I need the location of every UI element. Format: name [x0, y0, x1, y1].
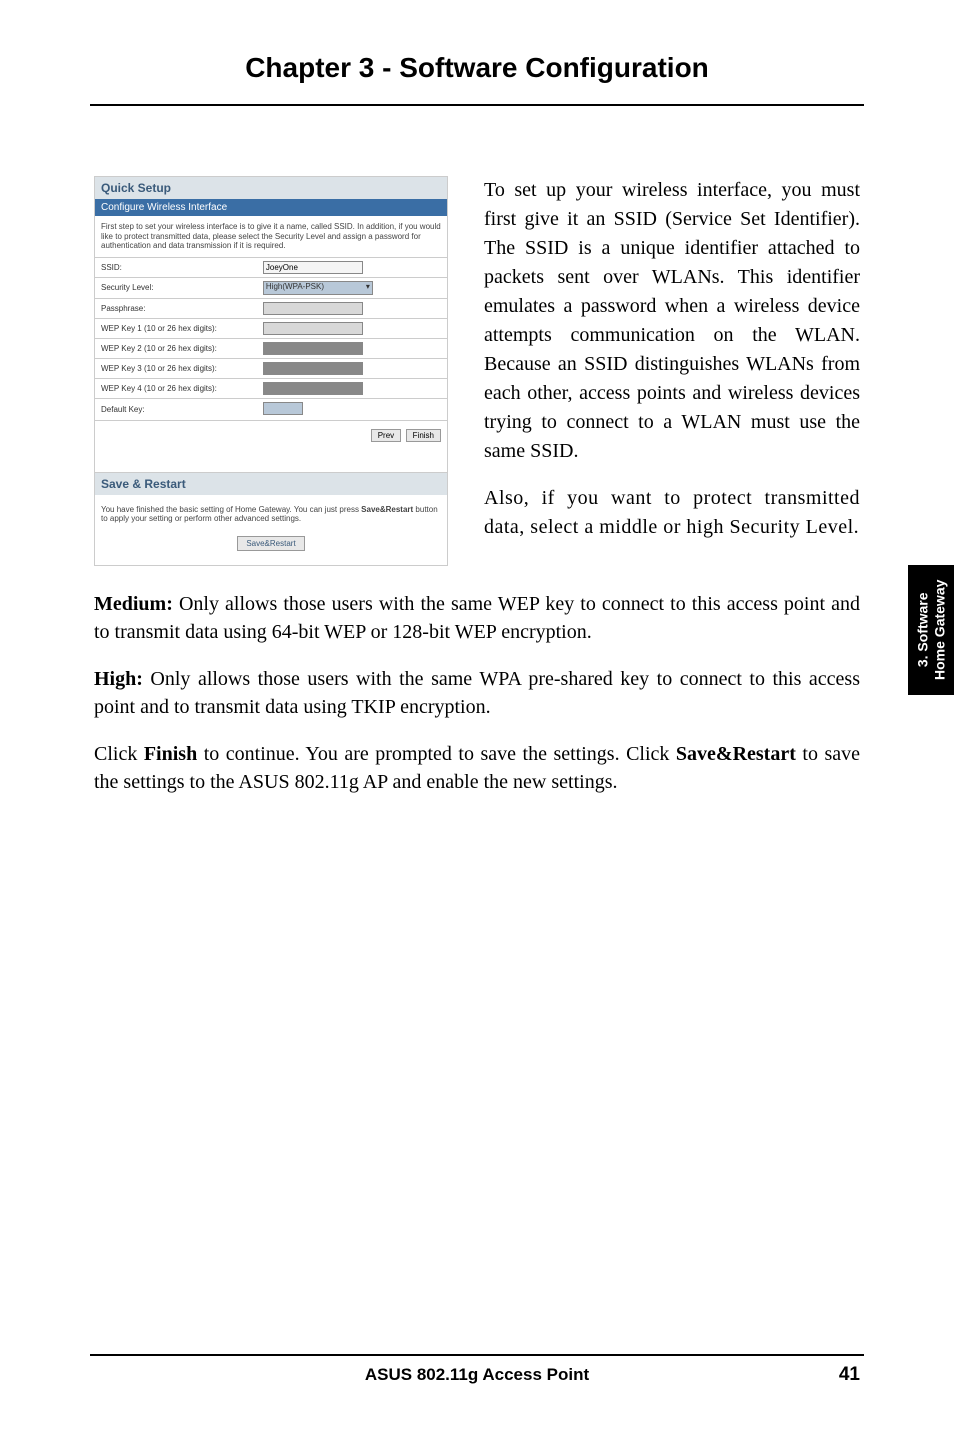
wizard-buttons: Prev Finish — [95, 420, 447, 450]
paragraph-finish: Click Finish to continue. You are prompt… — [94, 740, 860, 797]
footer-rule — [90, 1354, 864, 1356]
high-text: Only allows those users with the same WP… — [94, 668, 860, 718]
wep-key-1-input[interactable] — [263, 322, 363, 335]
table-row: Passphrase: — [95, 298, 447, 318]
prev-button[interactable]: Prev — [371, 429, 401, 442]
table-row: WEP Key 1 (10 or 26 hex digits): — [95, 318, 447, 338]
chapter-title: Chapter 3 - Software Configuration — [0, 52, 954, 84]
configure-wireless-heading: Configure Wireless Interface — [95, 199, 447, 216]
table-row: Security Level: High(WPA-PSK) — [95, 277, 447, 298]
table-row: SSID: — [95, 257, 447, 277]
side-tab: 3. Software Home Gateway — [908, 565, 954, 695]
wep-key-2-label: WEP Key 2 (10 or 26 hex digits): — [95, 338, 257, 358]
paragraph-medium: Medium: Only allows those users with the… — [94, 590, 860, 647]
default-key-label: Default Key: — [95, 398, 257, 420]
high-label: High: — [94, 668, 143, 690]
table-row: WEP Key 4 (10 or 26 hex digits): — [95, 378, 447, 398]
passphrase-label: Passphrase: — [95, 298, 257, 318]
side-tab-line1: 3. Software — [914, 593, 930, 668]
embedded-screenshot: Quick Setup Configure Wireless Interface… — [94, 176, 448, 566]
page-number: 41 — [820, 1364, 860, 1386]
finish-label: Finish — [144, 743, 197, 765]
paragraph-high: High: Only allows those users with the s… — [94, 665, 860, 722]
save-restart-text: You have finished the basic setting of H… — [101, 505, 441, 524]
table-row: Default Key: — [95, 398, 447, 420]
ssid-label: SSID: — [95, 257, 257, 277]
wep-key-4-input[interactable] — [263, 382, 363, 395]
paragraph: Also, if you want to protect transmitted… — [484, 484, 860, 542]
content: Quick Setup Configure Wireless Interface… — [0, 106, 954, 796]
top-section: Quick Setup Configure Wireless Interface… — [94, 176, 860, 566]
finish-button[interactable]: Finish — [406, 429, 441, 442]
paragraph: To set up your wireless interface, you m… — [484, 176, 860, 466]
medium-label: Medium: — [94, 593, 173, 615]
ssid-input[interactable] — [263, 261, 363, 274]
quick-setup-intro: First step to set your wireless interfac… — [95, 216, 447, 257]
quick-setup-heading: Quick Setup — [95, 177, 447, 199]
wep-key-3-input[interactable] — [263, 362, 363, 375]
passphrase-input[interactable] — [263, 302, 363, 315]
security-level-select[interactable]: High(WPA-PSK) — [263, 281, 373, 295]
page-header: Chapter 3 - Software Configuration — [0, 0, 954, 94]
body-text: Medium: Only allows those users with the… — [94, 590, 860, 796]
footer-product: ASUS 802.11g Access Point — [134, 1365, 820, 1385]
table-row: WEP Key 3 (10 or 26 hex digits): — [95, 358, 447, 378]
medium-text: Only allows those users with the same WE… — [94, 593, 860, 643]
table-row: WEP Key 2 (10 or 26 hex digits): — [95, 338, 447, 358]
right-column-text: To set up your wireless interface, you m… — [484, 176, 860, 566]
wep-key-2-input[interactable] — [263, 342, 363, 355]
security-level-label: Security Level: — [95, 277, 257, 298]
save-restart-label: Save&Restart — [676, 743, 796, 765]
wep-key-1-label: WEP Key 1 (10 or 26 hex digits): — [95, 318, 257, 338]
default-key-select[interactable] — [263, 402, 303, 415]
page-footer: ASUS 802.11g Access Point 41 — [0, 1354, 954, 1386]
wep-key-3-label: WEP Key 3 (10 or 26 hex digits): — [95, 358, 257, 378]
side-tab-line2: Home Gateway — [931, 580, 947, 680]
settings-table: SSID: Security Level: High(WPA-PSK) Pass… — [95, 257, 447, 420]
save-restart-button[interactable]: Save&Restart — [237, 536, 304, 551]
wep-key-4-label: WEP Key 4 (10 or 26 hex digits): — [95, 378, 257, 398]
save-restart-body: You have finished the basic setting of H… — [95, 495, 447, 565]
save-restart-heading: Save & Restart — [95, 472, 447, 495]
